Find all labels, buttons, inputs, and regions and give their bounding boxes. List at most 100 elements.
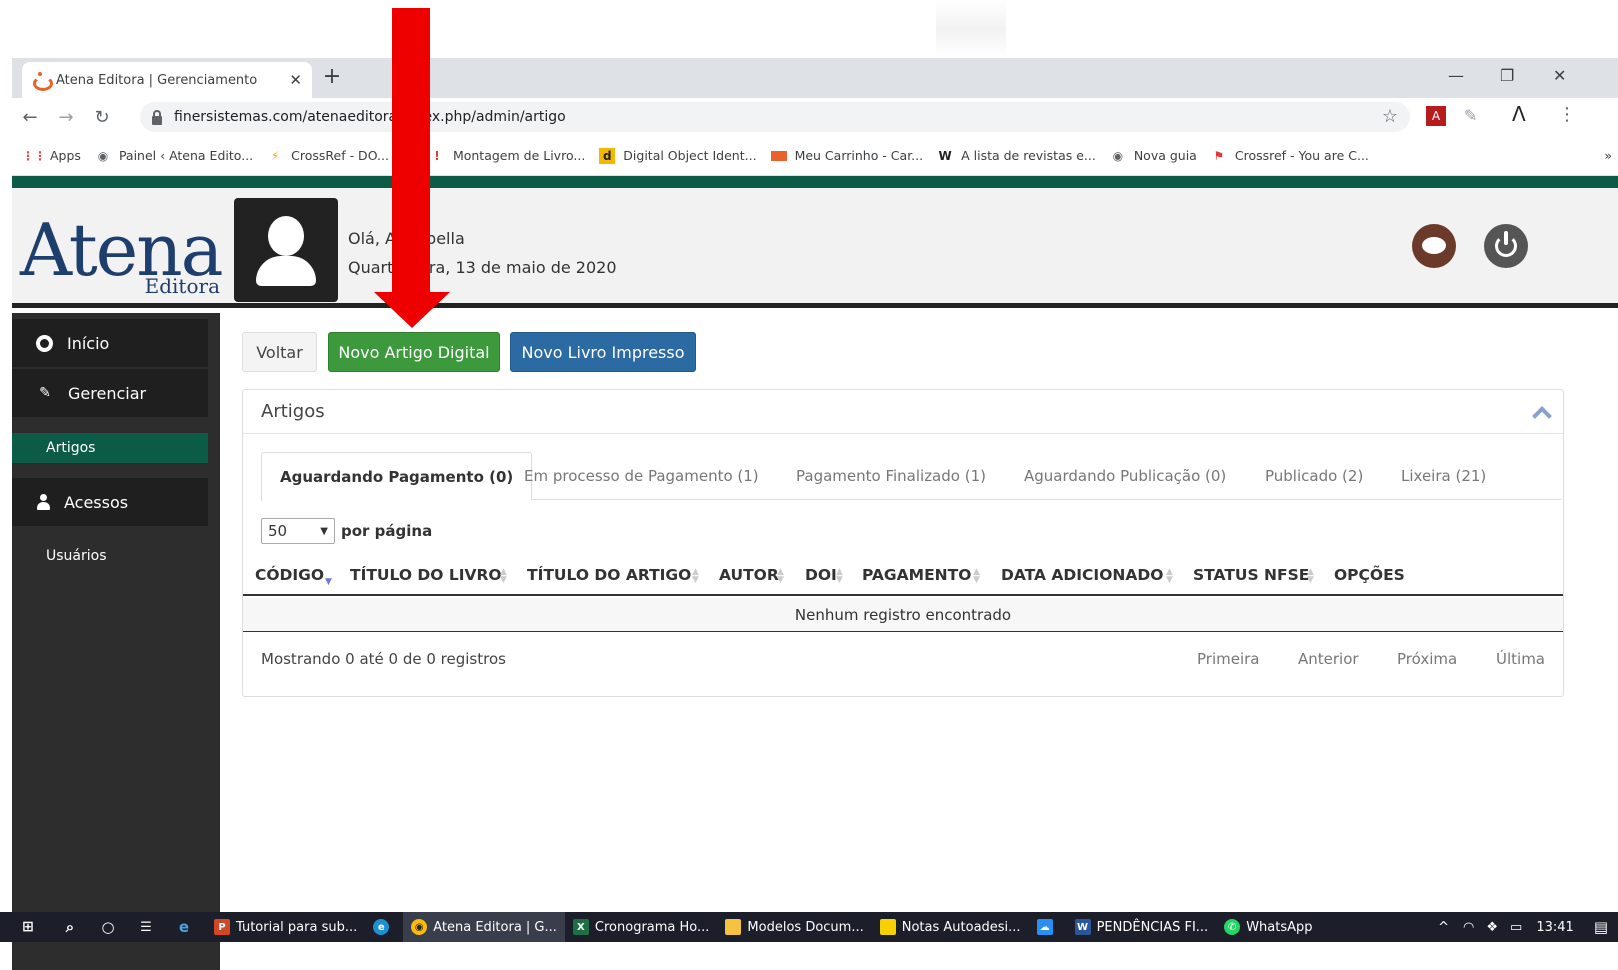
column-autor[interactable]: AUTOR bbox=[719, 566, 779, 584]
sort-icon[interactable]: ▲ ▼ bbox=[836, 568, 843, 585]
search-button[interactable]: ⌕ bbox=[54, 912, 92, 942]
tab-aguardando-publicacao[interactable]: Aguardando Publicação (0) bbox=[1024, 452, 1226, 500]
bookmark-revistas[interactable]: WA lista de revistas e... bbox=[937, 148, 1095, 164]
taskbar-cloud[interactable]: ☁ bbox=[1029, 912, 1067, 942]
clock[interactable]: 13:41 bbox=[1536, 920, 1573, 935]
bookmark-doi[interactable]: d Digital Object Ident... bbox=[599, 147, 757, 164]
sidebar-item-inicio[interactable]: Início bbox=[12, 319, 208, 367]
pin-extension-icon[interactable]: ✎ bbox=[1464, 106, 1477, 125]
reload-icon[interactable]: ↻ bbox=[84, 107, 120, 128]
pdf-extension-icon[interactable]: A bbox=[1426, 106, 1446, 126]
user-greeting: Olá, Annabella Quarta-feira, 13 de maio … bbox=[348, 224, 617, 282]
taskbar-word[interactable]: W PENDÊNCIAS FI... bbox=[1067, 912, 1217, 942]
bookmark-carrinho[interactable]: Meu Carrinho - Car... bbox=[770, 148, 923, 163]
flag-icon: ⚑ bbox=[1213, 148, 1225, 163]
excel-icon: X bbox=[572, 919, 589, 935]
tab-publicado[interactable]: Publicado (2) bbox=[1265, 452, 1363, 500]
restore-icon[interactable]: ❐ bbox=[1500, 66, 1514, 85]
system-tray: ^ ◠ ❖ ▭ 13:41 ▤ bbox=[1438, 912, 1608, 942]
taskbar-whatsapp[interactable]: ✆ WhatsApp bbox=[1216, 912, 1320, 942]
new-digital-article-button[interactable]: Novo Artigo Digital bbox=[328, 332, 500, 372]
tab-title: Atena Editora | Gerenciamento bbox=[56, 72, 258, 88]
date-text: Quarta-feira, 13 de maio de 2020 bbox=[348, 258, 617, 277]
sort-icon[interactable]: ▲ ▼ bbox=[777, 568, 784, 585]
sidebar-item-artigos[interactable]: Artigos bbox=[12, 433, 208, 463]
taskbar-edge[interactable]: e bbox=[365, 912, 403, 942]
taskbar-chrome[interactable]: ◉ Atena Editora | G... bbox=[403, 912, 565, 942]
atena-extension-icon[interactable]: Λ bbox=[1512, 102, 1526, 126]
dropbox-icon[interactable]: ❖ bbox=[1486, 920, 1498, 935]
pagination-first[interactable]: Primeira bbox=[1197, 650, 1259, 668]
sort-desc-icon[interactable]: ▼ bbox=[325, 578, 332, 587]
sidebar-item-usuarios[interactable]: Usuários bbox=[12, 541, 208, 571]
sort-icon[interactable]: ▲ ▼ bbox=[692, 568, 699, 585]
chat-icon[interactable] bbox=[1412, 224, 1456, 268]
back-arrow-icon[interactable]: ← bbox=[12, 107, 48, 128]
taskbar-sticky-notes[interactable]: Notas Autoadesi... bbox=[872, 912, 1029, 942]
greeting-text: Olá, Annabella bbox=[348, 229, 465, 248]
bookmark-nova-guia[interactable]: ◉ Nova guia bbox=[1110, 148, 1197, 164]
tab-aguardando-pagamento[interactable]: Aguardando Pagamento (0) bbox=[261, 452, 533, 501]
tab-pagamento-finalizado[interactable]: Pagamento Finalizado (1) bbox=[796, 452, 986, 500]
bookmark-painel[interactable]: ◉ Painel ‹ Atena Edito... bbox=[95, 148, 253, 164]
taskbar-powerpoint[interactable]: P Tutorial para sub... bbox=[206, 912, 365, 942]
bookmark-star-icon[interactable]: ☆ bbox=[1382, 106, 1398, 127]
pagination-last[interactable]: Última bbox=[1496, 650, 1545, 668]
battery-icon[interactable]: ▭ bbox=[1510, 920, 1522, 935]
atena-logo[interactable]: Atena Editora bbox=[20, 210, 224, 300]
task-view-button[interactable]: ☰ bbox=[130, 912, 168, 942]
power-icon[interactable] bbox=[1484, 224, 1528, 268]
collapse-chevron-up-icon[interactable] bbox=[1532, 406, 1552, 426]
column-titulo-livro[interactable]: TÍTULO DO LIVRO bbox=[350, 566, 502, 584]
bookmark-crossref[interactable]: ⚡ CrossRef - DO... bbox=[267, 148, 389, 164]
sidebar-item-acessos[interactable]: Acessos bbox=[12, 478, 208, 526]
ie-button[interactable]: e bbox=[168, 912, 206, 942]
close-tab-icon[interactable]: ✕ bbox=[289, 71, 302, 89]
forward-arrow-icon[interactable]: → bbox=[48, 107, 84, 128]
minimize-icon[interactable]: — bbox=[1448, 66, 1464, 85]
cortana-button[interactable]: ○ bbox=[92, 912, 130, 942]
close-window-icon[interactable]: ✕ bbox=[1553, 66, 1566, 85]
browser-tab[interactable]: Atena Editora | Gerenciamento ✕ bbox=[22, 62, 312, 98]
url-text: finersistemas.com/atenaeditora/index.php… bbox=[174, 109, 566, 125]
url-input[interactable]: finersistemas.com/atenaeditora/index.php… bbox=[140, 102, 1410, 132]
column-pagamento[interactable]: PAGAMENTO bbox=[862, 566, 971, 584]
exclamation-icon: ! bbox=[434, 148, 440, 163]
start-button[interactable]: ⊞ bbox=[0, 912, 54, 942]
column-titulo-artigo[interactable]: TÍTULO DO ARTIGO bbox=[527, 566, 691, 584]
dashboard-icon bbox=[36, 334, 53, 352]
pagination-next[interactable]: Próxima bbox=[1397, 650, 1457, 668]
sort-icon[interactable]: ▲ ▼ bbox=[973, 568, 980, 585]
tray-chevron-up-icon[interactable]: ^ bbox=[1438, 920, 1449, 935]
bookmark-apps[interactable]: ⋮⋮ Apps bbox=[22, 148, 81, 164]
taskbar-excel[interactable]: X Cronograma Ho... bbox=[565, 912, 718, 942]
sort-icon[interactable]: ▲ ▼ bbox=[1307, 568, 1314, 585]
apps-grid-icon: ⋮⋮ bbox=[22, 148, 46, 163]
pagination-previous[interactable]: Anterior bbox=[1298, 650, 1359, 668]
column-codigo[interactable]: CÓDIGO bbox=[255, 566, 324, 584]
bookmark-montagem[interactable]: ! Montagem de Livro... bbox=[429, 148, 585, 164]
sort-icon[interactable]: ▲ ▼ bbox=[1166, 568, 1173, 585]
table-header: CÓDIGO ▼ TÍTULO DO LIVRO ▲ ▼ TÍTULO DO AR… bbox=[243, 556, 1563, 596]
tab-lixeira[interactable]: Lixeira (21) bbox=[1401, 452, 1486, 500]
column-status-nfse[interactable]: STATUS NFSE bbox=[1193, 566, 1309, 584]
taskbar-folder[interactable]: Modelos Docum... bbox=[717, 912, 871, 942]
column-doi[interactable]: DOI bbox=[805, 566, 837, 584]
new-tab-icon[interactable]: + bbox=[318, 64, 346, 89]
per-page-select[interactable]: 50 ▼ bbox=[261, 518, 335, 544]
folder-icon bbox=[725, 919, 742, 935]
sidebar-item-gerenciar[interactable]: ✎ Gerenciar bbox=[12, 369, 208, 417]
column-data-adicionado[interactable]: DATA ADICIONADO bbox=[1001, 566, 1163, 584]
windows-taskbar: ⊞ ⌕ ○ ☰ e P Tutorial para sub... e ◉ Atena… bbox=[0, 912, 1618, 942]
bookmark-crossref-you[interactable]: ⚑ Crossref - You are C... bbox=[1211, 148, 1368, 164]
sort-icon[interactable]: ▲ ▼ bbox=[500, 568, 507, 585]
menu-dots-icon[interactable]: ⋮ bbox=[1558, 104, 1576, 125]
new-printed-book-button[interactable]: Novo Livro Impresso bbox=[510, 332, 696, 372]
notifications-icon[interactable]: ▤ bbox=[1594, 918, 1608, 936]
back-button[interactable]: Voltar bbox=[242, 332, 317, 372]
tab-em-processo-pagamento[interactable]: Em processo de Pagamento (1) bbox=[524, 452, 759, 500]
edit-icon: ✎ bbox=[39, 385, 51, 401]
internet-explorer-icon: e bbox=[178, 918, 190, 936]
more-bookmarks-icon[interactable]: » bbox=[1604, 148, 1612, 163]
wifi-icon[interactable]: ◠ bbox=[1463, 920, 1474, 935]
